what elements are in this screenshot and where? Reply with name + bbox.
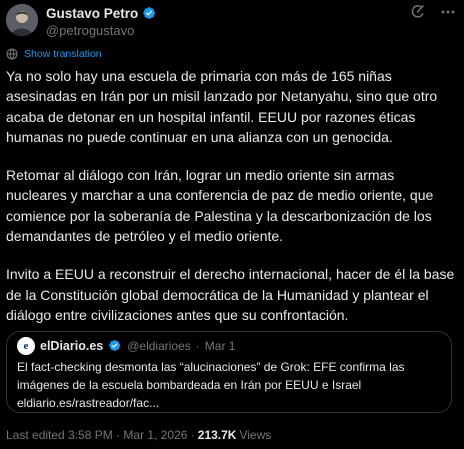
tweet-paragraph: Retomar al diálogo con Irán, lograr un m… [6, 167, 434, 245]
more-options-icon[interactable] [440, 4, 456, 20]
view-count: 213.7K [197, 428, 237, 442]
quoted-author-avatar: e [17, 337, 35, 355]
separator-dot: · [195, 339, 200, 353]
quoted-tweet[interactable]: e elDiario.es @eldiarioes · Mar 1 El fac… [6, 331, 452, 413]
author-handle[interactable]: @petrogustavo [46, 23, 156, 38]
quoted-tweet-text: El fact-checking desmonta las “alucinaci… [17, 360, 405, 410]
views-label: Views [239, 428, 272, 442]
show-translation-link[interactable]: Show translation [24, 48, 102, 60]
tweet-text: Ya no solo hay una escuela de primaria c… [6, 66, 458, 343]
tweet-meta: Last edited 3:58 PM · Mar 1, 2026 · 213.… [6, 428, 271, 442]
verified-badge-icon [142, 6, 156, 20]
profile-photo-icon [6, 4, 38, 36]
tweet: Gustavo Petro @petrogustavo Show transla… [0, 0, 464, 449]
quoted-tweet-date: Mar 1 [204, 339, 236, 353]
author-avatar[interactable] [6, 4, 38, 36]
quoted-author-name: elDiario.es [40, 339, 104, 353]
show-translation-row[interactable]: Show translation [6, 48, 102, 60]
quoted-author-handle: @eldiarioes [127, 339, 191, 353]
tweet-paragraph: Ya no solo hay una escuela de primaria c… [6, 68, 438, 145]
tweet-top-actions [410, 4, 456, 20]
edit-timestamp[interactable]: Last edited 3:58 PM · Mar 1, 2026 · [6, 428, 195, 442]
tweet-paragraph: Invito a EEUU a reconstruir el derecho i… [6, 266, 455, 323]
verified-badge-icon [108, 339, 122, 353]
translate-icon [6, 48, 18, 60]
grok-icon[interactable] [410, 4, 426, 20]
author-name[interactable]: Gustavo Petro [46, 6, 138, 21]
author-info: Gustavo Petro @petrogustavo [46, 4, 156, 38]
